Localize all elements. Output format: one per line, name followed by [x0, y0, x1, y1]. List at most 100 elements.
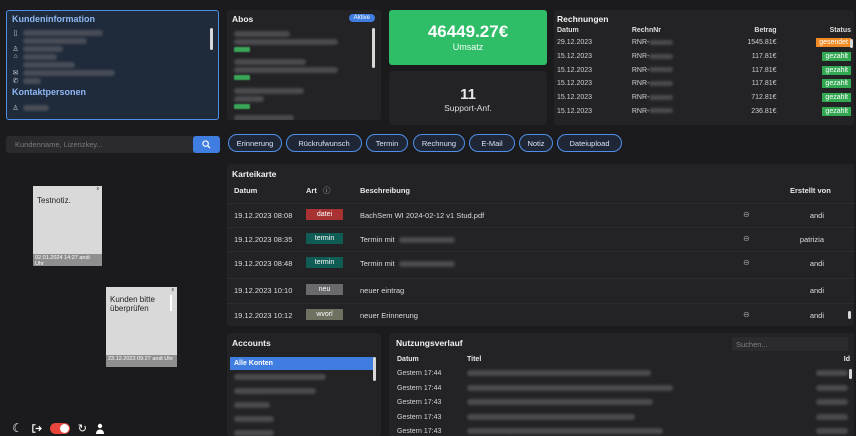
accounts-scrollbar[interactable]	[373, 357, 376, 381]
nutzung-row[interactable]: Gestern 17:44	[389, 367, 854, 381]
abos-panel: Abos Aktive	[227, 10, 381, 120]
link-icon[interactable]: ⊖	[743, 258, 750, 267]
account-item[interactable]	[230, 413, 374, 426]
abo-item[interactable]	[234, 87, 304, 111]
col-datum: Datum	[397, 356, 419, 363]
dateiupload-button[interactable]: Dateiupload	[557, 134, 622, 152]
nutzung-datum: Gestern 17:44	[397, 384, 442, 392]
col-datum: Datum	[234, 186, 258, 195]
close-icon[interactable]: x	[97, 186, 100, 192]
close-icon[interactable]: x	[172, 287, 175, 293]
rechnung-datum: 15.12.2023	[557, 107, 593, 115]
status-badge: gezahlt	[822, 79, 851, 89]
rechnung-nr: RNR-	[629, 36, 716, 50]
nutzung-titel	[467, 399, 653, 406]
nutzung-row[interactable]: Gestern 17:43	[389, 411, 854, 425]
link-icon[interactable]: ⊖	[743, 310, 750, 319]
kontakt-row[interactable]: ♙	[12, 103, 49, 112]
account-item[interactable]	[230, 371, 374, 384]
rechnungen-scrollbar[interactable]	[850, 39, 853, 48]
rechnung-row[interactable]: 29.12.2023 RNR- 1545.81€ gesendet	[554, 36, 854, 50]
rechnung-betrag: 1545.81€	[747, 39, 777, 47]
account-item-alle[interactable]: Alle Konten	[230, 357, 374, 370]
email-button[interactable]: E-Mail	[469, 134, 515, 152]
rechnung-row[interactable]: 15.12.2023 RNR- 236.81€ gezahlt	[554, 104, 854, 118]
accounts-title: Accounts	[232, 338, 271, 348]
rechnung-nr: RNR-	[629, 91, 716, 105]
nutzung-search-input[interactable]	[732, 337, 848, 351]
col-datum: Datum	[557, 27, 579, 34]
status-badge: gezahlt	[822, 65, 851, 75]
karteikarte-row[interactable]: 19.12.2023 10:12 wvorl neuer Erinnerung ⊖ an…	[227, 303, 854, 325]
karteikarte-row[interactable]: 19.12.2023 08:08 datei BachSem WI 2024-02-…	[227, 203, 854, 225]
account-item[interactable]	[230, 385, 374, 398]
rechnung-datum: 15.12.2023	[557, 80, 593, 88]
user-icon[interactable]	[95, 423, 105, 434]
rechnung-datum: 15.12.2023	[557, 53, 593, 61]
search-button[interactable]	[193, 136, 220, 153]
help-icon[interactable]: ⓘ	[323, 185, 331, 196]
karteikarte-row[interactable]: 19.12.2023 10:10 neu neuer eintrag andi	[227, 278, 854, 300]
kontaktpersonen-title: Kontaktpersonen	[12, 87, 87, 97]
sticky-note[interactable]: x Kunden bitte überprüfen 23.12.2023 09:…	[106, 287, 177, 367]
note-footer: 02.01.2024 14:27 andi Uhr	[33, 254, 102, 267]
nutzung-row[interactable]: Gestern 17:43	[389, 425, 854, 436]
logout-icon[interactable]	[31, 423, 42, 434]
umsatz-label: Umsatz	[452, 42, 484, 52]
rechnung-row[interactable]: 15.12.2023 RNR- 117.81€ gezahlt	[554, 63, 854, 77]
search-icon	[202, 140, 211, 149]
aktive-badge[interactable]: Aktive	[348, 14, 375, 22]
refresh-icon[interactable]: ↻	[78, 422, 87, 435]
nutzung-titel	[467, 370, 651, 377]
entry-description: neuer Erinnerung	[360, 311, 418, 320]
entry-description: neuer eintrag	[360, 286, 405, 295]
link-icon[interactable]: ⊖	[743, 234, 750, 243]
abos-scrollbar[interactable]	[372, 28, 375, 68]
note-footer: 23.12.2023 09:27 andi Uhr	[106, 355, 177, 367]
status-badge: gesendet	[816, 38, 851, 48]
customer-search-input[interactable]	[6, 136, 192, 153]
notiz-button[interactable]: Notiz	[519, 134, 553, 152]
note-scrollbar	[170, 295, 172, 311]
termin-button[interactable]: Termin	[366, 134, 408, 152]
erinnerung-button[interactable]: Erinnerung	[228, 134, 282, 152]
rechnung-status: gezahlt	[780, 50, 854, 64]
support-count: 11	[460, 86, 476, 103]
col-status: Status	[829, 27, 851, 34]
account-item[interactable]	[230, 427, 374, 436]
kunden-scrollbar[interactable]	[210, 28, 213, 50]
abo-item[interactable]	[234, 30, 338, 54]
person-icon: ♙	[12, 104, 19, 112]
karteikarte-row[interactable]: 19.12.2023 08:35 termin Termin mit ⊖ patrizi…	[227, 227, 854, 249]
rueckrufwunsch-button[interactable]: Rückrufwunsch	[286, 134, 362, 152]
rechnung-row[interactable]: 15.12.2023 RNR- 117.81€ gezahlt	[554, 77, 854, 91]
art-tag: neu	[306, 284, 343, 295]
moon-icon[interactable]: ☾	[12, 421, 23, 435]
rechnung-button[interactable]: Rechnung	[413, 134, 465, 152]
nutzungsverlauf-panel: Nutzungsverlauf Datum Titel Id Gestern 1…	[389, 333, 854, 436]
sticky-note[interactable]: x Testnotiz. 02.01.2024 14:27 andi Uhr	[33, 186, 102, 267]
karteikarte-row[interactable]: 19.12.2023 08:48 termin Termin mit ⊖ andi	[227, 251, 854, 273]
rechnung-nr: RNR-	[629, 63, 716, 77]
phone-icon: ✆	[12, 77, 19, 85]
abo-item[interactable]	[234, 113, 294, 120]
nutzung-datum: Gestern 17:43	[397, 413, 442, 421]
link-icon[interactable]: ⊖	[743, 210, 750, 219]
entry-author: andi	[809, 286, 824, 295]
rechnung-row[interactable]: 15.12.2023 RNR- 712.81€ gezahlt	[554, 91, 854, 105]
entry-description: Termin mit	[360, 235, 455, 244]
entry-author: andi	[809, 259, 824, 268]
abo-item[interactable]	[234, 58, 338, 82]
rechnung-row[interactable]: 15.12.2023 RNR- 117.81€ gezahlt	[554, 50, 854, 64]
toggle-switch[interactable]	[49, 422, 70, 434]
rechnung-datum: 15.12.2023	[557, 94, 593, 102]
nutzung-row[interactable]: Gestern 17:44	[389, 382, 854, 396]
status-badge: gezahlt	[822, 93, 851, 103]
account-item[interactable]	[230, 399, 374, 412]
support-card[interactable]: 11 Support-Anf.	[389, 71, 547, 125]
nutzung-id	[816, 384, 848, 392]
kunden-row-phone[interactable]: ✆	[12, 76, 41, 85]
support-label: Support-Anf.	[444, 103, 492, 113]
nutzung-row[interactable]: Gestern 17:43	[389, 396, 854, 410]
rechnung-status: gesendet	[780, 36, 854, 50]
